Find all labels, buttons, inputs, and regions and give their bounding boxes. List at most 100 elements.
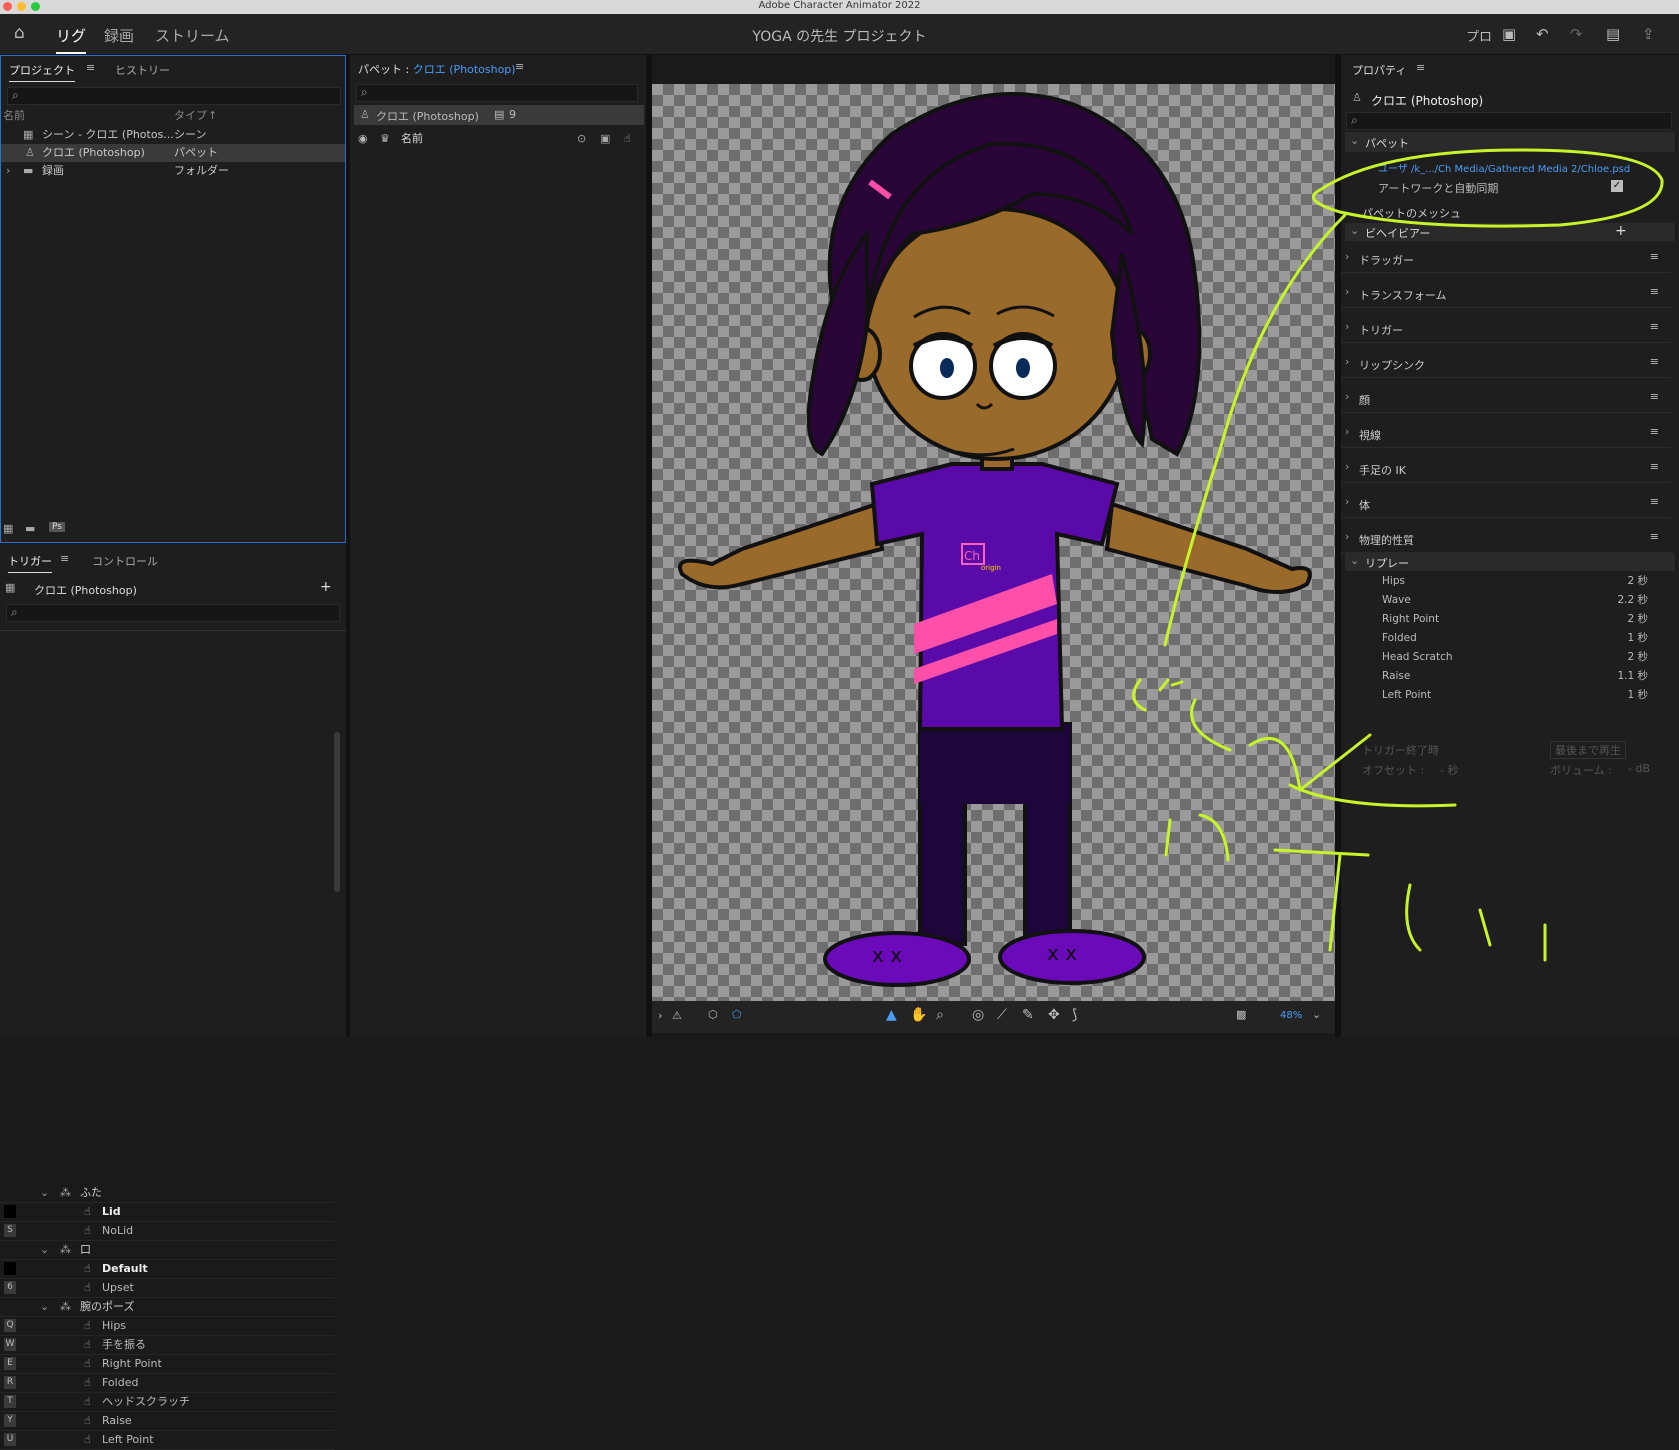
trigger-item[interactable]: Q ☝ Hips <box>0 1317 335 1336</box>
trigger-group[interactable]: ⌄ ⁂ 腕のポーズ <box>0 1298 335 1317</box>
trigger-key-badge[interactable]: R <box>4 1376 16 1389</box>
puppet-title-link[interactable]: クロエ (Photoshop) <box>413 63 516 76</box>
origin-tool-icon[interactable]: ◎ <box>972 1007 984 1023</box>
chevron-down-icon[interactable]: ⌄ <box>40 1298 49 1316</box>
behavior-menu-icon[interactable]: ≡ <box>1650 355 1659 368</box>
home-icon[interactable]: ⌂ <box>14 23 25 43</box>
minimize-window-button[interactable] <box>17 2 26 11</box>
zoom-tool-icon[interactable]: ⌕ <box>936 1007 944 1023</box>
trigger-item[interactable]: W ☝ 手を振る <box>0 1336 335 1355</box>
zoom-window-button[interactable] <box>31 2 40 11</box>
behavior-section[interactable]: › 顔 ≡ <box>1341 384 1671 413</box>
trigger-key-badge[interactable]: Y <box>4 1414 16 1427</box>
behavior-section[interactable]: › ドラッガー ≡ <box>1341 244 1671 273</box>
behavior-section[interactable]: › 体 ≡ <box>1341 489 1671 518</box>
trigger-item[interactable]: E ☝ Right Point <box>0 1355 335 1374</box>
trigger-scrollbar[interactable] <box>334 732 340 892</box>
trigger-key-badge[interactable]: W <box>4 1338 16 1351</box>
replay-duration[interactable]: 2 秒 <box>1627 610 1648 628</box>
replay-duration[interactable]: 2 秒 <box>1627 648 1648 666</box>
workspace-label[interactable]: プロ <box>1466 26 1492 45</box>
trigger-menu-icon[interactable]: ≡ <box>60 552 69 565</box>
behavior-section[interactable]: › トランスフォーム ≡ <box>1341 279 1671 308</box>
zoom-level[interactable]: 48% <box>1280 1010 1302 1021</box>
sync-checkbox[interactable]: ✓ <box>1611 180 1623 192</box>
draggable-tool-icon[interactable]: ⟆ <box>1072 1007 1077 1023</box>
eye-icon[interactable]: ◉ <box>358 130 368 148</box>
replay-duration[interactable]: 2 秒 <box>1627 572 1648 590</box>
behavior-menu-icon[interactable]: ≡ <box>1650 530 1659 543</box>
trigger-search-input[interactable]: ⌕ <box>6 604 340 622</box>
trigger-group[interactable]: ⌄ ⁂ 口 <box>0 1241 335 1260</box>
trigger-item[interactable]: U ☝ Left Point <box>0 1431 335 1450</box>
replay-row[interactable]: Hips 2 秒 <box>1382 572 1662 590</box>
trigger-key-badge[interactable]: 6 <box>4 1281 16 1294</box>
trigger-key-badge-empty[interactable] <box>4 1262 16 1275</box>
chevron-right-icon[interactable]: › <box>658 1009 662 1022</box>
trigger-item[interactable]: T ☝ ヘッドスクラッチ <box>0 1393 335 1412</box>
artwork-path-link[interactable]: ユーザ /k_.../Ch Media/Gathered Media 2/Chl… <box>1378 160 1630 175</box>
chevron-down-icon[interactable]: ⌄ <box>1312 1008 1321 1021</box>
replay-duration[interactable]: 1 秒 <box>1627 629 1648 647</box>
handle-tool-icon[interactable]: ✥ <box>1048 1007 1060 1023</box>
project-item-scene[interactable]: ▦ シーン - クロエ (Photos... シーン <box>1 126 345 144</box>
trigger-item[interactable]: ☝ Default <box>0 1260 335 1279</box>
trigger-key-badge[interactable]: T <box>4 1395 16 1408</box>
tab-project[interactable]: プロジェクト <box>9 62 75 82</box>
mesh-label[interactable]: パペットのメッシュ <box>1362 205 1461 221</box>
add-behavior-button[interactable]: + <box>1615 223 1627 239</box>
behavior-menu-icon[interactable]: ≡ <box>1650 285 1659 298</box>
trigger-key-badge[interactable]: Q <box>4 1319 16 1332</box>
stick-tool-icon[interactable]: ✎ <box>1022 1007 1034 1023</box>
tab-history[interactable]: ヒストリー <box>115 62 170 78</box>
new-scene-icon[interactable]: ▦ <box>3 522 13 535</box>
puppet-section-header[interactable]: ⌄ パペット <box>1345 132 1675 152</box>
trigger-item[interactable]: Y ☝ Raise <box>0 1412 335 1431</box>
project-item-puppet[interactable]: ♙ クロエ (Photoshop) パペット <box>1 144 345 162</box>
trigger-item[interactable]: 6 ☝ Upset <box>0 1279 335 1298</box>
behavior-menu-icon[interactable]: ≡ <box>1650 390 1659 403</box>
trigger-item[interactable]: S ☝ NoLid <box>0 1222 335 1241</box>
project-menu-icon[interactable]: ≡ <box>86 61 95 74</box>
replay-row[interactable]: Folded 1 秒 <box>1382 629 1662 647</box>
replay-row[interactable]: Head Scratch 2 秒 <box>1382 648 1662 666</box>
behavior-section[interactable]: › 物理的性質 ≡ <box>1341 524 1671 553</box>
replay-duration[interactable]: 1.1 秒 <box>1617 667 1648 685</box>
trigger-end-select[interactable]: 最後まで再生 <box>1550 741 1626 759</box>
offset-value[interactable]: - 秒 <box>1440 762 1458 778</box>
chevron-down-icon[interactable]: ⌄ <box>40 1241 49 1259</box>
chevron-down-icon[interactable]: ⌄ <box>40 1184 49 1202</box>
trigger-item[interactable]: ☝ Lid <box>0 1203 335 1222</box>
layer-search-input[interactable]: ⌕ <box>356 84 638 102</box>
project-item-folder[interactable]: › ▬ 録画 フォルダー <box>1 162 345 180</box>
behavior-menu-icon[interactable]: ≡ <box>1650 250 1659 263</box>
pin-tool-icon[interactable]: ⟋ <box>997 1007 1007 1023</box>
replay-duration[interactable]: 1 秒 <box>1627 686 1648 704</box>
behavior-menu-icon[interactable]: ≡ <box>1650 460 1659 473</box>
replay-row[interactable]: Raise 1.1 秒 <box>1382 667 1662 685</box>
properties-menu-icon[interactable]: ≡ <box>1416 61 1425 74</box>
trigger-key-badge-empty[interactable] <box>4 1205 16 1218</box>
warning-icon[interactable]: ⚠ <box>672 1009 682 1022</box>
mesh-icon[interactable]: ⬡ <box>708 1008 718 1021</box>
crown-icon[interactable]: ♛ <box>380 130 390 148</box>
col-type-header[interactable]: タイプ <box>174 107 207 125</box>
add-trigger-button[interactable]: + <box>320 579 332 595</box>
replay-row[interactable]: Right Point 2 秒 <box>1382 610 1662 628</box>
transparency-grid-icon[interactable]: ▩ <box>1236 1008 1246 1021</box>
puppet-menu-icon[interactable]: ≡ <box>515 60 524 73</box>
layout-icon[interactable]: ▣ <box>1502 25 1516 43</box>
replay-row[interactable]: Left Point 1 秒 <box>1382 686 1662 704</box>
col-name-header[interactable]: 名前 <box>3 107 25 125</box>
import-ps-icon[interactable]: Ps <box>49 522 65 532</box>
behavior-menu-icon[interactable]: ≡ <box>1650 425 1659 438</box>
scene-canvas[interactable]: x x x x Ch origin <box>652 84 1335 1001</box>
replay-section-header[interactable]: ⌄ リプレー <box>1345 553 1675 571</box>
redo-icon[interactable]: ↷ <box>1570 25 1583 43</box>
share-icon[interactable]: ⇪ <box>1642 25 1655 43</box>
new-folder-icon[interactable]: ▬ <box>25 522 35 535</box>
volume-value[interactable]: - dB <box>1628 762 1650 775</box>
chevron-right-icon[interactable]: › <box>6 162 10 180</box>
outline-icon[interactable]: ⬠ <box>732 1008 742 1021</box>
tab-rig[interactable]: リグ <box>56 25 87 54</box>
